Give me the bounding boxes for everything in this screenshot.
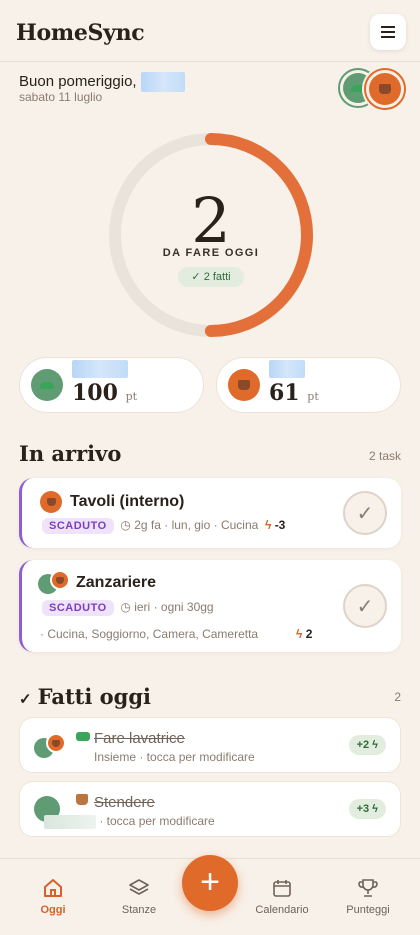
nav-scores-label: Punteggi	[346, 904, 390, 916]
hat-icon	[40, 381, 54, 389]
done-card-lavatrice[interactable]: Fare lavatrice Insieme · tocca per modif…	[19, 717, 401, 773]
bolt-icon: ϟ	[372, 803, 378, 815]
redacted-user-name	[140, 72, 185, 92]
calendar-icon	[247, 877, 317, 899]
task-when: ieri	[134, 600, 151, 614]
bolt-icon: ϟ	[372, 739, 378, 751]
add-task-button[interactable]: +	[182, 855, 238, 911]
app-title: HomeSync	[16, 20, 145, 46]
trophy-icon	[333, 877, 403, 899]
done-today-title: ✓ Fatti oggi	[19, 684, 151, 709]
upcoming-count: 2 task	[368, 449, 401, 463]
task-card-zanzariere[interactable]: Zanzariere SCADUTO ◷ ieri · ogni 30gg · …	[19, 560, 401, 652]
check-icon: ✓	[191, 271, 201, 283]
task-card-tavoli[interactable]: Tavoli (interno) SCADUTO ◷ 2g fa · lun, …	[19, 478, 401, 548]
redacted-user-name	[269, 360, 305, 378]
avatar-user-1-small	[31, 369, 63, 401]
avatar-user-2-small	[228, 369, 260, 401]
done-task-subtitle: Insieme · tocca per modificare	[94, 750, 255, 764]
assignee-avatar-2	[46, 733, 66, 753]
score-points: 100 pt	[72, 380, 137, 406]
score-card-user-2[interactable]: 61 pt	[216, 357, 401, 413]
assignee-avatar	[40, 491, 62, 513]
bolt-icon: ϟ	[264, 518, 272, 532]
menu-button[interactable]	[370, 14, 406, 50]
complete-task-button[interactable]: ✓	[343, 491, 387, 535]
nav-rooms[interactable]: Stanze	[104, 877, 174, 916]
task-room: · Cucina, Soggiorno, Camera, Cameretta	[40, 627, 259, 641]
nav-scores[interactable]: Punteggi	[333, 877, 403, 916]
home-icon	[18, 877, 88, 899]
task-schedule: · lun, gio	[164, 518, 211, 532]
bolt-icon: ϟ	[296, 627, 303, 641]
greeting: Buon pomeriggio,	[19, 72, 185, 92]
basket-icon	[238, 380, 250, 390]
done-task-title: Fare lavatrice	[94, 730, 185, 747]
progress-ring: 2 DA FARE OGGI ✓ 2 fatti	[104, 128, 318, 342]
complete-task-button[interactable]: ✓	[343, 584, 387, 628]
nav-calendar[interactable]: Calendario	[247, 877, 317, 916]
task-points: -3	[274, 518, 286, 532]
redacted-user-name	[44, 814, 96, 829]
score-card-user-1[interactable]: 100 pt	[19, 357, 204, 413]
task-when: 2g fa	[134, 518, 161, 532]
done-today-count: 2	[394, 690, 401, 704]
task-schedule: · ogni 30gg	[153, 600, 214, 614]
nav-today-label: Oggi	[40, 904, 66, 916]
check-icon: ✓	[356, 595, 374, 618]
score-value: 61	[269, 380, 300, 406]
done-task-title: Stendere	[94, 794, 155, 811]
task-points-wrap: ϟ 2	[296, 627, 312, 641]
task-room: · Cucina	[213, 518, 259, 532]
done-today-label: Fatti oggi	[37, 684, 151, 709]
app-header: HomeSync	[0, 0, 420, 62]
basket-icon	[46, 498, 56, 506]
task-meta: SCADUTO ◷ ieri · ogni 30gg	[42, 600, 214, 616]
score-points: 61 pt	[269, 380, 319, 406]
check-icon: ✓	[19, 690, 32, 708]
nav-today[interactable]: Oggi	[18, 877, 88, 916]
status-badge: SCADUTO	[42, 518, 114, 534]
shirt-icon	[76, 732, 90, 741]
avatar-user-2[interactable]	[364, 68, 406, 110]
upcoming-title: In arrivo	[19, 441, 122, 466]
basket-icon	[76, 794, 88, 805]
done-task-subtitle: · tocca per modificare	[99, 814, 215, 828]
score-unit: pt	[307, 390, 319, 403]
task-meta: SCADUTO ◷ 2g fa · lun, gio · Cucina ϟ -3	[42, 518, 285, 534]
nav-rooms-label: Stanze	[121, 904, 157, 916]
task-title: Zanzariere	[76, 574, 157, 591]
hat-icon	[351, 84, 365, 92]
basket-icon	[379, 84, 391, 94]
status-badge: SCADUTO	[42, 600, 114, 616]
task-points: 2	[305, 627, 313, 641]
done-task-subtitle-wrap: · tocca per modificare	[44, 814, 215, 829]
points-badge: +2 ϟ	[348, 735, 386, 755]
basket-icon	[52, 739, 60, 747]
redacted-user-name	[72, 360, 128, 378]
clock-icon: ◷	[120, 600, 131, 614]
plus-icon: +	[200, 863, 220, 901]
done-pill: ✓ 2 fatti	[178, 267, 244, 287]
clock-icon: ◷	[120, 518, 131, 532]
assignee-avatar-2	[50, 570, 70, 590]
points-value: +3	[356, 803, 370, 815]
points-badge: +3 ϟ	[348, 799, 386, 819]
done-count: 2 fatti	[203, 271, 231, 283]
todo-label: DA FARE OGGI	[162, 247, 260, 259]
nav-calendar-label: Calendario	[255, 904, 309, 916]
menu-icon	[381, 26, 395, 38]
task-title: Tavoli (interno)	[70, 493, 185, 510]
score-unit: pt	[125, 390, 138, 403]
done-card-stendere[interactable]: Stendere · tocca per modificare +3 ϟ	[19, 781, 401, 837]
basket-icon	[56, 576, 64, 584]
task-rooms: · Cucina, Soggiorno, Camera, Cameretta	[40, 627, 258, 641]
current-date: sabato 11 luglio	[19, 90, 103, 104]
check-icon: ✓	[356, 502, 374, 525]
greeting-text: Buon pomeriggio,	[19, 72, 137, 90]
layers-icon	[104, 877, 174, 899]
points-value: +2	[356, 739, 370, 751]
score-value: 100	[72, 380, 118, 406]
